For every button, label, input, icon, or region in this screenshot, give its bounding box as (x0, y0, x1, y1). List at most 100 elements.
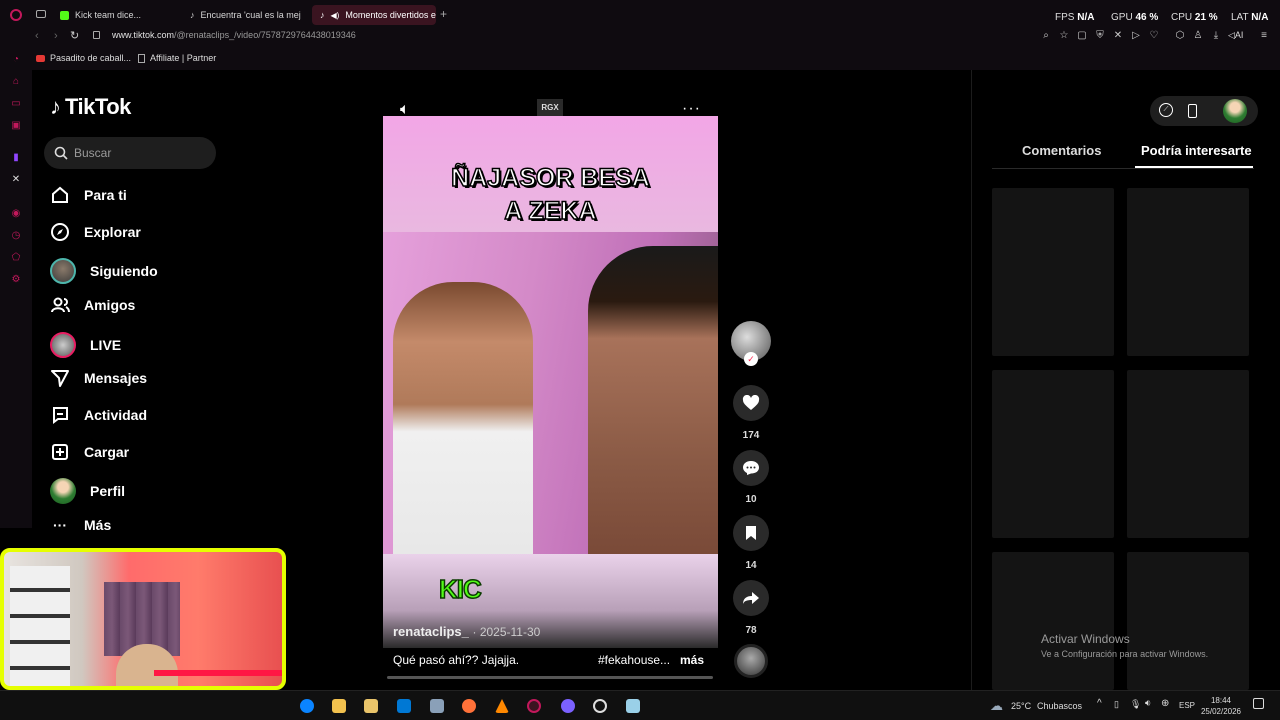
phone-icon[interactable] (1188, 104, 1197, 118)
rail-speed-icon[interactable]: ◔ (10, 54, 22, 66)
tiktok-icon: ♪ (190, 10, 195, 20)
outlook-icon[interactable] (397, 699, 411, 713)
nav-perfil[interactable]: Perfil (50, 478, 125, 504)
weather-icon[interactable]: ☁ (990, 698, 1003, 714)
right-panel: ⟋ Comentarios Podría interesarte (971, 70, 1280, 690)
ai-button[interactable]: ◁AI (1228, 30, 1243, 41)
suggested-video-thumb[interactable] (1127, 370, 1249, 538)
video-player[interactable]: ÑAJASOR BESA A ZEKA KIC renataclips_ · 2… (383, 116, 718, 648)
x-icon[interactable]: ✕ (10, 174, 22, 186)
forward-icon[interactable]: › (54, 30, 58, 42)
video-author-row: renataclips_ · 2025-11-30 (393, 624, 540, 639)
back-icon[interactable]: ‹ (35, 30, 39, 42)
like-button[interactable] (733, 385, 769, 421)
tabs-divider (992, 168, 1254, 169)
rail-history-icon[interactable]: ◷ (10, 230, 22, 242)
suggested-video-thumb[interactable] (992, 552, 1114, 690)
nav-mensajes[interactable]: Mensajes (50, 368, 147, 388)
reload-icon[interactable]: ↻ (70, 29, 79, 42)
weather-text[interactable]: Chubascos (1037, 701, 1082, 711)
like-count: 174 (742, 430, 760, 441)
tab-podria-interesarte[interactable]: Podría interesarte (1141, 143, 1252, 158)
rail-news-icon[interactable]: ▣ (10, 120, 22, 132)
bookmark-item[interactable]: Affiliate | Partner (138, 53, 216, 63)
file-explorer-icon[interactable] (332, 699, 346, 713)
nav-actividad[interactable]: Actividad (50, 405, 147, 425)
volume-tray-icon[interactable]: 🔉︎ (1145, 698, 1151, 709)
app-icon[interactable] (430, 699, 444, 713)
tab-kick[interactable]: Kick team dice... (52, 5, 182, 25)
browser-logo-icon[interactable] (10, 9, 22, 21)
tab-momentos[interactable]: ♪ ◀) Momentos divertidos e (312, 5, 436, 25)
rail-settings-icon[interactable]: ⚙ (10, 274, 22, 286)
nav-mas[interactable]: ··· Más (50, 515, 111, 535)
shield-icon[interactable]: ⛨ (1094, 30, 1106, 41)
video-hashtag[interactable]: #fekahouse... (598, 653, 670, 667)
see-more-link[interactable]: más (680, 653, 704, 667)
tray-device-icon[interactable]: ▯ (1114, 699, 1119, 710)
tab-overview-icon[interactable] (36, 10, 46, 18)
url-field[interactable]: www.tiktok.com/@renataclips_/video/75787… (112, 30, 356, 40)
compass-icon[interactable]: ⟋ (1159, 103, 1173, 117)
play-icon[interactable]: ▷ (1130, 30, 1142, 41)
nav-explorar[interactable]: Explorar (50, 222, 141, 242)
vlc-icon[interactable] (495, 699, 509, 713)
rail-player-icon[interactable]: ◉ (10, 208, 22, 220)
comment-button[interactable] (733, 450, 769, 486)
language-indicator[interactable]: ESP (1179, 701, 1195, 710)
extensions-icon[interactable]: ⬡ (1174, 30, 1186, 41)
edge-icon[interactable] (300, 699, 314, 713)
clock[interactable]: 18:44 25/02/2026 (1199, 695, 1243, 717)
download-icon[interactable]: ⤓ (1210, 30, 1222, 41)
twitch-icon[interactable]: ▮ (10, 152, 22, 164)
translate-icon[interactable]: ✕ (1112, 30, 1124, 41)
weather-temp[interactable]: 25°C (1011, 701, 1031, 711)
network-icon[interactable]: ⊕ (1161, 698, 1169, 709)
search-input[interactable]: Buscar (44, 137, 216, 169)
app-icon[interactable] (626, 699, 640, 713)
menu-icon[interactable]: ≡ (1258, 30, 1270, 41)
tiktok-logo[interactable]: ♪ TikTok (50, 94, 131, 120)
nav-live[interactable]: LIVE (50, 332, 121, 358)
discord-icon[interactable] (561, 699, 575, 713)
rail-game-icon[interactable]: ⌂ (10, 76, 22, 88)
sound-disc[interactable] (734, 644, 768, 678)
suggested-video-thumb[interactable] (1127, 552, 1249, 690)
save-button[interactable] (733, 515, 769, 551)
nav-siguiendo[interactable]: Siguiendo (50, 258, 158, 284)
video-progress-bar[interactable] (387, 676, 713, 679)
nav-cargar[interactable]: Cargar (50, 442, 129, 462)
windows-taskbar: ☁ 25°C Chubascos ^ ▯ 🎙︎ 🔉︎ ⊕ ESP 18:44 2… (0, 690, 1280, 720)
tab-comentarios[interactable]: Comentarios (1022, 143, 1101, 158)
heart-icon[interactable]: ♡ (1148, 30, 1160, 41)
zoom-icon[interactable]: ⌕ (1040, 30, 1052, 41)
share-button[interactable] (733, 580, 769, 616)
notification-icon[interactable] (1253, 698, 1264, 709)
opera-gx-icon[interactable] (527, 699, 541, 713)
suggested-video-thumb[interactable] (992, 370, 1114, 538)
firefox-icon[interactable] (462, 699, 476, 713)
nav-para-ti[interactable]: Para ti (50, 185, 127, 205)
bookmark-star-icon[interactable]: ☆ (1058, 30, 1070, 41)
video-date: · 2025-11-30 (472, 625, 541, 639)
follow-check-icon[interactable]: ✓ (744, 352, 758, 366)
suggested-video-thumb[interactable] (1127, 188, 1249, 356)
calendar-icon[interactable] (364, 699, 378, 713)
new-tab-button[interactable]: + (440, 7, 447, 21)
user-avatar[interactable] (1223, 99, 1247, 123)
nav-label: Mensajes (84, 370, 148, 386)
obs-icon[interactable] (593, 699, 607, 713)
nav-amigos[interactable]: Amigos (50, 295, 135, 315)
tab-search[interactable]: ♪ Encuentra 'cual es la mej (182, 5, 308, 25)
microphone-icon[interactable]: 🎙︎ (1130, 699, 1141, 710)
bookmark-item[interactable]: Pasadito de caball... (36, 53, 131, 63)
screenshot-icon[interactable]: ▢ (1076, 30, 1088, 41)
video-author[interactable]: renataclips_ (393, 624, 469, 639)
rail-box-icon[interactable]: ⬠ (10, 252, 22, 264)
tray-chevron-icon[interactable]: ^ (1097, 698, 1102, 709)
rail-chat-icon[interactable]: ▭ (10, 98, 22, 110)
account-icon[interactable]: ♙ (1192, 30, 1204, 41)
tiktok-wordmark: TikTok (65, 94, 131, 119)
suggested-video-thumb[interactable] (992, 188, 1114, 356)
clock-time: 18:44 (1210, 696, 1232, 705)
